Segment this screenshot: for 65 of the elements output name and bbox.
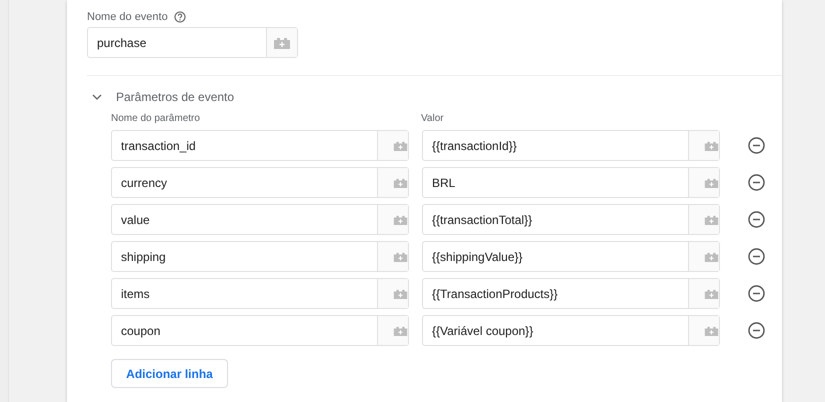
input-field[interactable]: {{transactionTotal}} (422, 204, 720, 235)
variable-icon (393, 140, 408, 152)
remove-icon[interactable] (748, 285, 765, 302)
variable-button[interactable] (688, 131, 719, 160)
variable-icon (704, 214, 719, 226)
field-value: transaction_id (120, 138, 197, 154)
variable-icon (704, 324, 719, 336)
variable-button[interactable] (688, 242, 719, 271)
field-value: {{TransactionProducts}} (431, 286, 559, 302)
variable-button[interactable] (377, 168, 408, 197)
input-field[interactable]: transaction_id (111, 130, 409, 161)
remove-icon[interactable] (748, 322, 765, 339)
field-value: {{transactionId}} (431, 138, 518, 154)
variable-icon (273, 36, 291, 48)
input-field[interactable]: {{transactionId}} (422, 130, 720, 161)
input-field[interactable]: items (111, 278, 409, 309)
field-value: coupon (120, 322, 162, 340)
variable-icon (393, 288, 408, 300)
help-icon[interactable] (174, 11, 186, 23)
variable-icon (704, 176, 719, 188)
variable-icon (393, 176, 408, 188)
column-label: Valor (421, 112, 445, 124)
field-value: value (120, 212, 151, 228)
variable-button[interactable] (377, 131, 408, 160)
input-field[interactable]: purchase (87, 27, 298, 58)
variable-button[interactable] (377, 316, 408, 345)
field-label: Nome do evento (87, 11, 168, 23)
input-field[interactable]: {{TransactionProducts}} (422, 278, 720, 309)
field-value: {{Variável coupon}} (431, 322, 534, 340)
field-value: shipping (120, 248, 167, 266)
add-row-button[interactable]: Adicionar linha (111, 359, 228, 388)
input-field[interactable]: BRL (422, 167, 720, 198)
input-field[interactable]: coupon (111, 315, 409, 346)
variable-icon (704, 250, 719, 262)
input-field[interactable]: {{shippingValue}} (422, 241, 720, 272)
column-label: Nome do parâmetro (111, 112, 201, 124)
field-value: items (120, 286, 151, 302)
variable-icon (704, 140, 719, 152)
variable-button[interactable] (688, 205, 719, 234)
field-value: purchase (96, 34, 148, 52)
variable-button[interactable] (266, 28, 297, 57)
variable-icon (393, 324, 408, 336)
variable-icon (704, 288, 719, 300)
remove-icon[interactable] (748, 248, 765, 265)
input-field[interactable]: shipping (111, 241, 409, 272)
variable-button[interactable] (688, 279, 719, 308)
field-value: {{transactionTotal}} (431, 212, 534, 228)
variable-icon (393, 214, 408, 226)
field-value: BRL (431, 174, 456, 192)
remove-icon[interactable] (748, 211, 765, 228)
field-value: {{shippingValue}} (431, 248, 524, 266)
input-field[interactable]: currency (111, 167, 409, 198)
variable-button[interactable] (377, 205, 408, 234)
field-value: currency (120, 174, 168, 192)
remove-icon[interactable] (748, 137, 765, 154)
variable-button[interactable] (377, 242, 408, 271)
variable-button[interactable] (688, 316, 719, 345)
variable-icon (393, 250, 408, 262)
variable-button[interactable] (688, 168, 719, 197)
chevron-icon[interactable] (92, 94, 102, 100)
section-title: Parâmetros de evento (116, 90, 234, 104)
input-field[interactable]: value (111, 204, 409, 235)
variable-button[interactable] (377, 279, 408, 308)
input-field[interactable]: {{Variável coupon}} (422, 315, 720, 346)
remove-icon[interactable] (748, 174, 765, 191)
